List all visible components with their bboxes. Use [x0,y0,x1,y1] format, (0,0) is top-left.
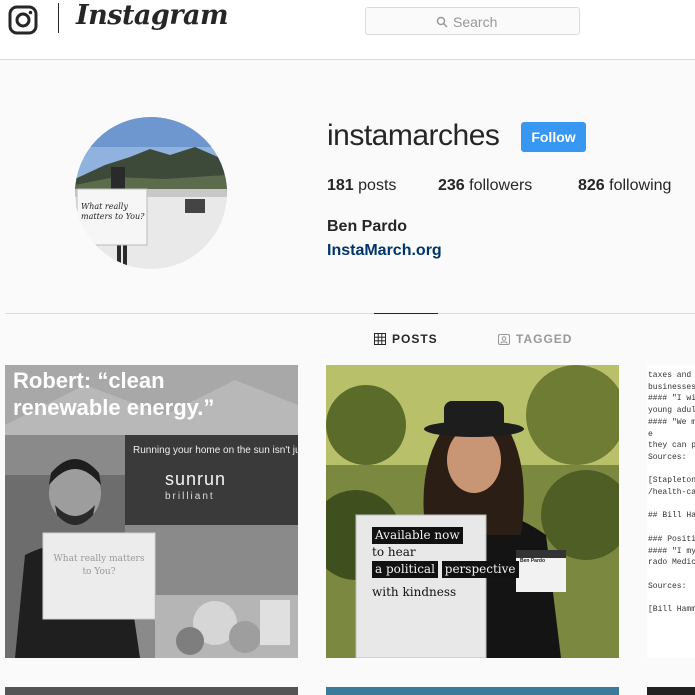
post-3-text-line: [Bill Hammons [648,605,695,615]
post-1-sign-text: What really matters to You? [53,554,145,577]
post-3-text-line: rado Medicare [648,558,695,568]
profile-website-link[interactable]: InstaMarch.org [327,242,442,260]
post-thumbnail-1[interactable]: Robert: “clean renewable energy.” Runnin… [5,365,298,658]
tab-posts[interactable]: POSTS [374,332,438,346]
post-3-text-line [648,592,695,604]
post-3-text-line: [Stapleton Fo [648,476,695,486]
profile-username: instamarches [327,119,500,152]
posts-count-value: 181 [327,177,354,194]
post-2-sign-line-2: to hear [372,545,416,559]
tab-tagged-label: TAGGED [516,332,573,346]
tabs-divider [5,313,695,314]
header-divider [58,3,59,33]
post-3-text-line: #### "I mysel [648,546,695,556]
post-3-text-line: Sources: [648,581,687,591]
following-count-value: 826 [578,177,605,194]
post-thumbnail-2[interactable]: Available now to hear a political perspe… [326,365,619,658]
post-1-banner-text: Running your home on the sun isn't just … [133,445,298,456]
post-3-text-line: they can purc [648,441,695,451]
post-3-text-line: Sources: [648,452,687,462]
posts-count-label: posts [358,177,397,194]
post-3-text-line: businesses ou [648,382,695,392]
post-3-text-line [648,464,695,476]
active-tab-indicator [374,313,438,314]
post-1-overlay-line-2: renewable energy.” [13,395,215,420]
post-3-text-line: /health-care/ [648,488,695,498]
post-3-text-line: young adults [648,406,695,416]
avatar-sign-text-1: What really [81,202,128,211]
post-2-sign-line-1: Available now [372,527,463,544]
search-placeholder: Search [453,14,498,30]
search-icon [436,16,448,28]
post-3-text-line [648,499,695,511]
post-3-text-line [648,569,695,581]
post-2-photo [326,365,619,658]
post-thumbnail-4[interactable] [5,687,298,695]
post-2-sign: Available now to hear a political perspe… [372,527,519,601]
post-3-text-line [648,522,695,534]
top-nav: Instagram Search [0,0,695,60]
tab-posts-label: POSTS [392,332,438,346]
post-2-name-badge: Ben Pardo [520,558,546,564]
follow-button[interactable]: Follow [521,122,586,152]
followers-count-value: 236 [438,177,465,194]
followers-count-label: followers [469,177,533,194]
search-input[interactable]: Search [365,7,580,35]
post-2-sign-line-5: with kindness [372,585,457,599]
post-3-text-line: ## Bill Hammo [648,511,695,521]
post-thumbnail-6[interactable] [647,687,695,695]
profile-full-name: Ben Pardo [327,218,408,235]
post-2-sign-line-4: perspective [441,561,519,578]
following-count-label: following [609,177,672,194]
instagram-camera-icon[interactable] [8,5,38,35]
post-thumbnail-5[interactable] [326,687,619,695]
followers-count[interactable]: 236 followers [438,177,532,195]
avatar-sign-text-2: matters to You? [81,212,145,221]
post-3-text-line: #### "I will c [648,394,695,404]
post-3-text-line: ### Positions [648,534,695,544]
post-1-brand-name: sunrun [165,469,227,489]
tagged-icon [498,334,510,345]
post-1-caption-overlay: Robert: “clean renewable energy.” [13,367,214,421]
following-count[interactable]: 826 following [578,177,671,195]
profile-avatar[interactable]: What really matters to You? [75,117,227,269]
post-3-text-line: #### "We must [648,417,695,427]
avatar-photo: What really matters to You? [75,117,227,269]
post-2-sign-line-3: a political [372,561,438,578]
post-1-brand-tag: brilliant [165,491,215,502]
grid-icon [374,333,386,345]
post-thumbnail-3[interactable]: taxes and lea businesses ou #### "I will c… [647,365,695,658]
instagram-wordmark-logo[interactable]: Instagram [76,0,229,31]
post-3-text-snippet: taxes and lea businesses ou #### "I will c… [648,370,695,616]
post-3-text-line: e [648,429,653,439]
post-1-overlay-line-1: Robert: “clean [13,368,165,393]
tab-tagged[interactable]: TAGGED [498,332,572,346]
posts-count[interactable]: 181 posts [327,177,396,195]
post-3-text-line: taxes and lea [648,371,692,380]
